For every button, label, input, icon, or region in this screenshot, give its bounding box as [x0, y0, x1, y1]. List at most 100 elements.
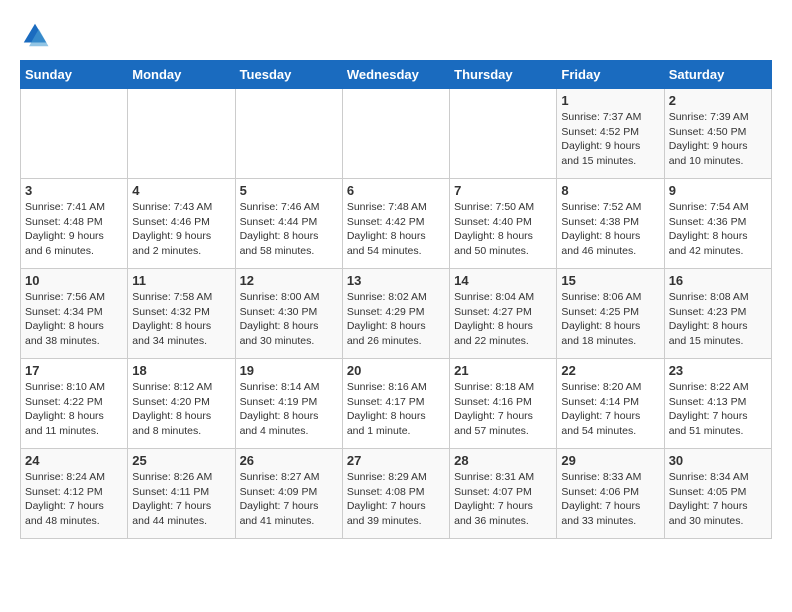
calendar-cell: 17Sunrise: 8:10 AM Sunset: 4:22 PM Dayli… [21, 359, 128, 449]
day-info: Sunrise: 8:26 AM Sunset: 4:11 PM Dayligh… [132, 470, 230, 529]
calendar-cell: 13Sunrise: 8:02 AM Sunset: 4:29 PM Dayli… [342, 269, 449, 359]
day-number: 27 [347, 453, 445, 468]
day-number: 24 [25, 453, 123, 468]
day-info: Sunrise: 8:08 AM Sunset: 4:23 PM Dayligh… [669, 290, 767, 349]
day-number: 29 [561, 453, 659, 468]
calendar-cell: 9 Sunrise: 7:54 AM Sunset: 4:36 PM Daylig… [664, 179, 771, 269]
day-number: 8 [561, 183, 659, 198]
day-number: 14 [454, 273, 552, 288]
day-info: Sunrise: 8:12 AM Sunset: 4:20 PM Dayligh… [132, 380, 230, 439]
day-info: Sunrise: 8:20 AM Sunset: 4:14 PM Dayligh… [561, 380, 659, 439]
calendar-cell: 27 Sunrise: 8:29 AM Sunset: 4:08 PM Dayli… [342, 449, 449, 539]
calendar-table: SundayMondayTuesdayWednesdayThursdayFrid… [20, 60, 772, 539]
logo-icon [20, 20, 50, 50]
day-info: Sunrise: 7:43 AM Sunset: 4:46 PM Dayligh… [132, 200, 230, 259]
weekday-header: Saturday [664, 61, 771, 89]
day-info: Sunrise: 7:50 AM Sunset: 4:40 PM Dayligh… [454, 200, 552, 259]
calendar-cell: 14 Sunrise: 8:04 AM Sunset: 4:27 PM Dayli… [450, 269, 557, 359]
day-number: 17 [25, 363, 123, 378]
day-info: Sunrise: 8:24 AM Sunset: 4:12 PM Dayligh… [25, 470, 123, 529]
day-info: Sunrise: 8:27 AM Sunset: 4:09 PM Dayligh… [240, 470, 338, 529]
calendar-cell: 3 Sunrise: 7:41 AM Sunset: 4:48 PM Daylig… [21, 179, 128, 269]
day-number: 18 [132, 363, 230, 378]
calendar-cell: 25 Sunrise: 8:26 AM Sunset: 4:11 PM Dayli… [128, 449, 235, 539]
calendar-cell: 7Sunrise: 7:50 AM Sunset: 4:40 PM Daylig… [450, 179, 557, 269]
weekday-header: Monday [128, 61, 235, 89]
day-info: Sunrise: 8:34 AM Sunset: 4:05 PM Dayligh… [669, 470, 767, 529]
day-number: 26 [240, 453, 338, 468]
day-number: 23 [669, 363, 767, 378]
calendar-cell [450, 89, 557, 179]
day-info: Sunrise: 7:48 AM Sunset: 4:42 PM Dayligh… [347, 200, 445, 259]
day-number: 21 [454, 363, 552, 378]
day-number: 11 [132, 273, 230, 288]
day-info: Sunrise: 8:31 AM Sunset: 4:07 PM Dayligh… [454, 470, 552, 529]
calendar-cell [342, 89, 449, 179]
day-info: Sunrise: 8:00 AM Sunset: 4:30 PM Dayligh… [240, 290, 338, 349]
calendar-week-row: 10 Sunrise: 7:56 AM Sunset: 4:34 PM Dayli… [21, 269, 772, 359]
calendar-cell: 10 Sunrise: 7:56 AM Sunset: 4:34 PM Dayli… [21, 269, 128, 359]
calendar-cell: 29 Sunrise: 8:33 AM Sunset: 4:06 PM Dayli… [557, 449, 664, 539]
calendar-cell: 30 Sunrise: 8:34 AM Sunset: 4:05 PM Dayli… [664, 449, 771, 539]
day-number: 10 [25, 273, 123, 288]
day-number: 28 [454, 453, 552, 468]
day-info: Sunrise: 7:39 AM Sunset: 4:50 PM Dayligh… [669, 110, 767, 169]
day-info: Sunrise: 8:33 AM Sunset: 4:06 PM Dayligh… [561, 470, 659, 529]
calendar-cell [235, 89, 342, 179]
day-number: 6 [347, 183, 445, 198]
day-info: Sunrise: 8:16 AM Sunset: 4:17 PM Dayligh… [347, 380, 445, 439]
day-info: Sunrise: 8:22 AM Sunset: 4:13 PM Dayligh… [669, 380, 767, 439]
calendar-cell: 26 Sunrise: 8:27 AM Sunset: 4:09 PM Dayli… [235, 449, 342, 539]
day-number: 2 [669, 93, 767, 108]
weekday-header-row: SundayMondayTuesdayWednesdayThursdayFrid… [21, 61, 772, 89]
calendar-cell: 28 Sunrise: 8:31 AM Sunset: 4:07 PM Dayli… [450, 449, 557, 539]
day-number: 25 [132, 453, 230, 468]
day-info: Sunrise: 8:29 AM Sunset: 4:08 PM Dayligh… [347, 470, 445, 529]
day-number: 1 [561, 93, 659, 108]
day-info: Sunrise: 8:06 AM Sunset: 4:25 PM Dayligh… [561, 290, 659, 349]
day-number: 30 [669, 453, 767, 468]
calendar-cell: 15Sunrise: 8:06 AM Sunset: 4:25 PM Dayli… [557, 269, 664, 359]
calendar-cell: 2 Sunrise: 7:39 AM Sunset: 4:50 PM Daylig… [664, 89, 771, 179]
day-number: 20 [347, 363, 445, 378]
calendar-cell: 22 Sunrise: 8:20 AM Sunset: 4:14 PM Dayli… [557, 359, 664, 449]
calendar-week-row: 3 Sunrise: 7:41 AM Sunset: 4:48 PM Daylig… [21, 179, 772, 269]
day-info: Sunrise: 7:41 AM Sunset: 4:48 PM Dayligh… [25, 200, 123, 259]
day-info: Sunrise: 7:58 AM Sunset: 4:32 PM Dayligh… [132, 290, 230, 349]
calendar-cell: 21 Sunrise: 8:18 AM Sunset: 4:16 PM Dayli… [450, 359, 557, 449]
calendar-week-row: 17Sunrise: 8:10 AM Sunset: 4:22 PM Dayli… [21, 359, 772, 449]
calendar-cell: 24 Sunrise: 8:24 AM Sunset: 4:12 PM Dayli… [21, 449, 128, 539]
calendar-cell: 23 Sunrise: 8:22 AM Sunset: 4:13 PM Dayli… [664, 359, 771, 449]
calendar-cell: 11 Sunrise: 7:58 AM Sunset: 4:32 PM Dayli… [128, 269, 235, 359]
day-number: 13 [347, 273, 445, 288]
weekday-header: Friday [557, 61, 664, 89]
calendar-cell: 16 Sunrise: 8:08 AM Sunset: 4:23 PM Dayli… [664, 269, 771, 359]
calendar-cell [128, 89, 235, 179]
day-info: Sunrise: 7:46 AM Sunset: 4:44 PM Dayligh… [240, 200, 338, 259]
day-info: Sunrise: 8:18 AM Sunset: 4:16 PM Dayligh… [454, 380, 552, 439]
day-info: Sunrise: 7:56 AM Sunset: 4:34 PM Dayligh… [25, 290, 123, 349]
calendar-cell: 20 Sunrise: 8:16 AM Sunset: 4:17 PM Dayli… [342, 359, 449, 449]
weekday-header: Sunday [21, 61, 128, 89]
calendar-cell: 18 Sunrise: 8:12 AM Sunset: 4:20 PM Dayli… [128, 359, 235, 449]
day-number: 3 [25, 183, 123, 198]
calendar-cell: 5Sunrise: 7:46 AM Sunset: 4:44 PM Daylig… [235, 179, 342, 269]
day-number: 9 [669, 183, 767, 198]
calendar-cell: 12Sunrise: 8:00 AM Sunset: 4:30 PM Dayli… [235, 269, 342, 359]
day-info: Sunrise: 7:37 AM Sunset: 4:52 PM Dayligh… [561, 110, 659, 169]
calendar-cell: 8 Sunrise: 7:52 AM Sunset: 4:38 PM Daylig… [557, 179, 664, 269]
calendar-week-row: 24 Sunrise: 8:24 AM Sunset: 4:12 PM Dayli… [21, 449, 772, 539]
weekday-header: Thursday [450, 61, 557, 89]
calendar-week-row: 1 Sunrise: 7:37 AM Sunset: 4:52 PM Daylig… [21, 89, 772, 179]
day-number: 22 [561, 363, 659, 378]
weekday-header: Tuesday [235, 61, 342, 89]
calendar-cell: 1 Sunrise: 7:37 AM Sunset: 4:52 PM Daylig… [557, 89, 664, 179]
day-number: 16 [669, 273, 767, 288]
day-info: Sunrise: 8:04 AM Sunset: 4:27 PM Dayligh… [454, 290, 552, 349]
calendar-cell: 19Sunrise: 8:14 AM Sunset: 4:19 PM Dayli… [235, 359, 342, 449]
day-number: 19 [240, 363, 338, 378]
page-header [20, 20, 772, 50]
day-info: Sunrise: 7:52 AM Sunset: 4:38 PM Dayligh… [561, 200, 659, 259]
day-info: Sunrise: 7:54 AM Sunset: 4:36 PM Dayligh… [669, 200, 767, 259]
calendar-cell: 4Sunrise: 7:43 AM Sunset: 4:46 PM Daylig… [128, 179, 235, 269]
